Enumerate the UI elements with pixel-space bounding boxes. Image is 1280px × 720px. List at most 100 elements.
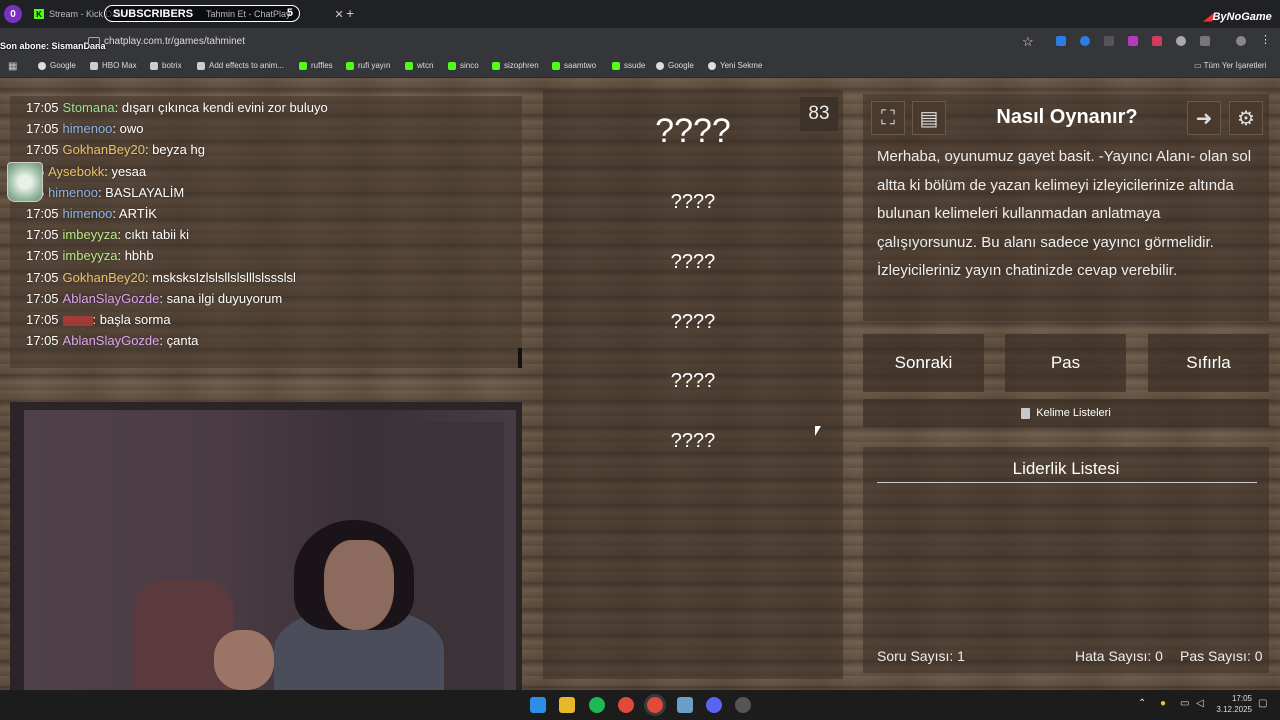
google-icon [38,61,46,70]
question-count: Soru Sayısı: 1 [877,648,965,664]
app-icon[interactable] [677,697,693,713]
kick-icon [552,61,560,70]
bookmark-item[interactable]: saamtwo [552,61,596,70]
profile-badge[interactable]: 0 [4,5,22,23]
notes-icon[interactable]: ▤ [912,101,946,135]
spotify-icon[interactable] [589,697,605,713]
bookmark-item[interactable]: sinco [448,61,479,70]
chat-time: 17:05 [26,290,59,306]
system-clock[interactable]: 17:05 3.12.2025 [1210,693,1252,715]
chat-time: 17:05 [26,142,59,158]
forbidden-word: ???? [670,191,716,213]
chat-username[interactable]: himenoo [48,185,98,200]
help-title: Nasıl Oynanır? [996,106,1138,128]
gear-icon[interactable]: ⚙ [1229,101,1263,135]
bookmark-item[interactable]: ssude [612,61,645,70]
site-info-icon[interactable] [88,37,100,47]
extension-icon[interactable] [1128,36,1138,46]
bookmark-item[interactable]: Google [656,61,694,70]
chat-username[interactable]: GokhanBey20 [63,142,145,157]
extensions-puzzle-icon[interactable] [1200,36,1210,46]
bookmark-star-icon[interactable]: ☆ [1022,34,1034,50]
chat-message: 17:05 AblanSlayGozde: sana ilgi duyuyorum [26,291,282,306]
apps-grid-icon[interactable]: ▦ [8,61,17,72]
all-bookmarks[interactable]: ▭ Tüm Yer İşaretleri [1194,61,1266,70]
bookmark-item[interactable]: rufi yayın [346,61,390,70]
tab-chatplay[interactable]: Tahmin Et - ChatPlay ✕ [206,4,344,24]
chat-scrollbar[interactable] [518,348,522,368]
chat-message: 17:05 Stomana: dışarı çıkınca kendi evini… [26,100,328,115]
chat-text: : msksksIzlslsllslslllslssslsl [144,269,296,285]
discord-icon[interactable] [706,697,722,713]
bookmark-item[interactable]: Add effects to anim... [197,61,284,70]
exit-icon[interactable]: ➜ [1187,101,1221,135]
next-button[interactable]: Sonraki [863,334,984,392]
chat-username[interactable]: Stomana [63,100,115,115]
webcam-frame [24,410,516,690]
chat-message: 17:05 imbeyyza: hbhb [26,248,154,263]
bookmark-item[interactable]: Google [38,61,76,70]
chat-username[interactable]: AblanSlayGozde [63,291,160,306]
chat-username[interactable]: Aysebokk [48,164,104,179]
word-lists-button[interactable]: Kelime Listeleri [863,399,1269,427]
chat-time: 17:05 [26,121,59,137]
new-tab-button[interactable]: + [346,5,354,21]
extension-icon[interactable] [1056,36,1066,46]
avatar[interactable] [1236,36,1246,46]
webcam-feed [10,402,522,690]
leaderboard-title: Liderlik Listesi [1012,459,1120,478]
folder-icon: ▭ [1194,61,1204,70]
chat-text: : dışarı çıkınca kendi evini zor buluyo [114,100,328,115]
chat-text: : BASLAYALİM [97,184,185,200]
chat-text: : beyza hg [144,142,205,158]
bookmark-item[interactable]: wtcn [405,61,433,70]
chat-time: 17:05 [26,333,59,349]
chat-time: 17:05 [26,206,59,221]
windows-start-icon[interactable] [530,697,546,713]
chat-message: 17:05: başla sorma [26,312,171,327]
forbidden-word: ???? [670,370,716,392]
extension-icon[interactable] [1104,36,1114,46]
close-icon[interactable]: ✕ [335,8,344,21]
help-text: Merhaba, oyunumuz gayet basit. -Yayıncı … [877,148,1252,279]
forbidden-word: ???? [670,430,716,452]
kick-icon [346,61,354,70]
chat-username[interactable]: himenoo [63,121,113,136]
menu-icon[interactable]: ⋮ [1260,33,1271,46]
streamer-hand [214,630,274,690]
chrome-icon[interactable] [618,697,634,713]
extension-icon[interactable] [1176,36,1186,46]
file-explorer-icon[interactable] [559,697,575,713]
volume-icon[interactable]: ◁ [1196,698,1204,709]
chat-username[interactable]: GokhanBey20 [63,270,145,285]
chat-username[interactable]: AblanSlayGozde [63,333,160,348]
chat-text: : başla sorma [92,312,171,327]
bookmark-item[interactable]: Yeni Sekme [708,61,762,70]
forbidden-word: ???? [670,311,716,333]
hbo-icon [90,61,98,70]
bookmark-item[interactable]: HBO Max [90,61,137,70]
pass-button[interactable]: Pas [1005,334,1126,392]
chat-username[interactable]: himenoo [63,206,113,221]
extension-icon[interactable] [1080,36,1090,46]
url-field[interactable]: chatplay.com.tr/games/tahminet [104,36,245,47]
bookmark-item[interactable]: sizophren [492,61,539,70]
chat-message: 17:05 AblanSlayGozde: çanta [26,333,198,348]
google-icon [656,61,664,70]
chat-username[interactable] [62,315,93,326]
clock-time: 17:05 [1231,694,1252,703]
microphone-icon[interactable]: ● [1160,698,1166,709]
chat-text: : owo [112,121,144,137]
network-icon[interactable]: ▭ [1180,698,1189,709]
bookmark-item[interactable]: botrix [150,61,182,70]
reset-button[interactable]: Sıfırla [1148,334,1269,392]
fullscreen-icon[interactable]: ⛶ [871,101,905,135]
chat-username[interactable]: imbeyyza [63,248,118,263]
notification-icon[interactable]: ▢ [1258,698,1267,709]
chrome-active-icon[interactable] [647,697,663,713]
extension-icon[interactable] [1152,36,1162,46]
obs-icon[interactable] [735,697,751,713]
bookmark-item[interactable]: ruffles [299,61,333,70]
chat-username[interactable]: imbeyyza [63,227,118,242]
chevron-up-icon[interactable]: ⌃ [1138,698,1146,709]
